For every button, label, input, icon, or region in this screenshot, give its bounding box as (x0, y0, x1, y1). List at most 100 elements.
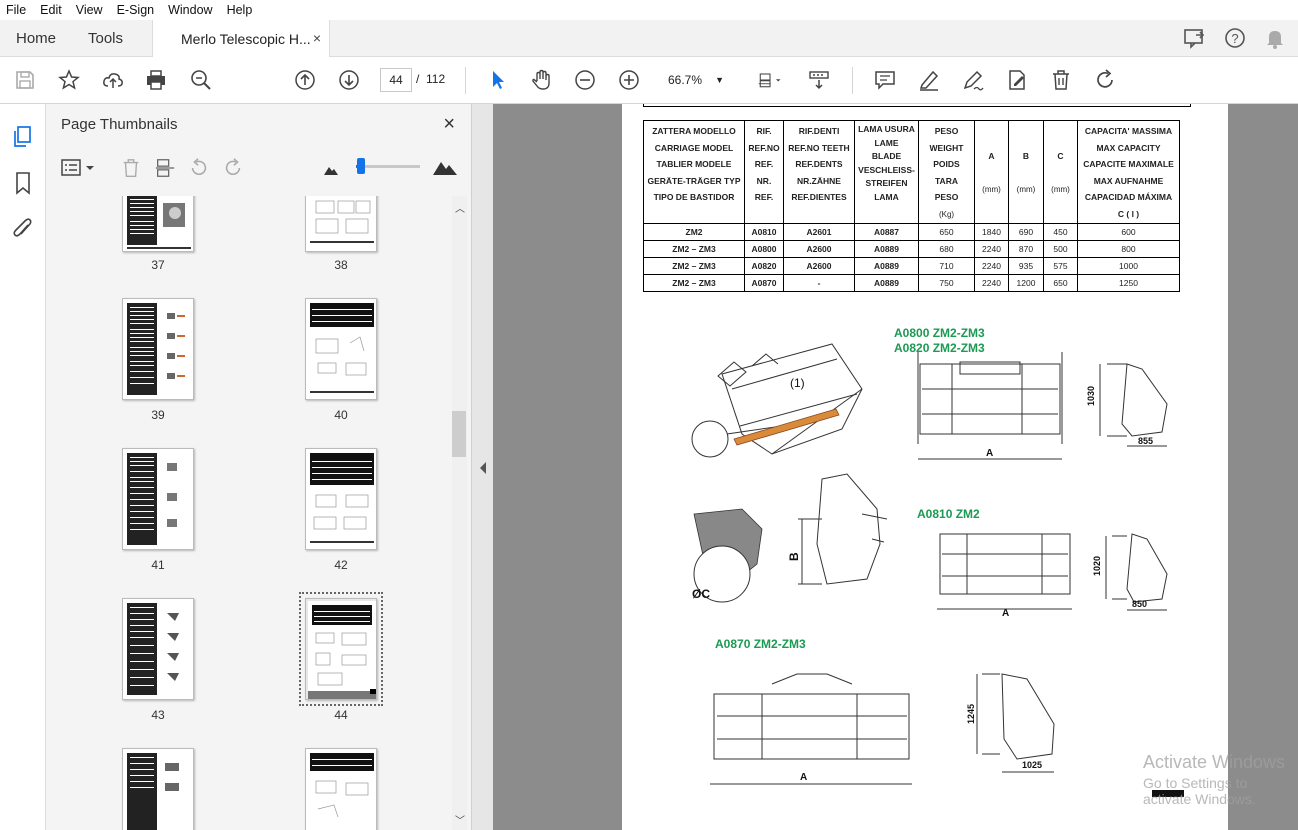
bookmark-star-icon[interactable] (56, 67, 82, 93)
thumbnail-label: 43 (151, 708, 165, 722)
header-c: C (mm) (1043, 120, 1078, 224)
left-rail (0, 104, 46, 830)
panel-title: Page Thumbnails (61, 116, 178, 133)
tab-home[interactable]: Home (16, 20, 56, 57)
edit-pdf-icon[interactable] (1004, 67, 1030, 93)
close-tab-icon[interactable]: × (313, 30, 321, 46)
dimension-855-label: 855 (1138, 436, 1153, 446)
thumbnail-toolbar (46, 150, 471, 186)
menu-help[interactable]: Help (227, 3, 253, 17)
page-thumbnails-icon[interactable] (10, 124, 36, 150)
bookmarks-icon[interactable] (10, 170, 36, 196)
page-thumbnail[interactable] (305, 748, 377, 830)
zoom-search-icon[interactable] (188, 67, 214, 93)
scroll-mode-icon[interactable] (806, 67, 832, 93)
next-page-icon[interactable] (336, 67, 362, 93)
menu-edit[interactable]: Edit (40, 3, 62, 17)
main-toolbar: 44 / 112 66.7% ▼ (0, 57, 1298, 104)
close-panel-icon[interactable]: × (443, 113, 455, 136)
thumbnail-list[interactable]: 37 38 39 40 41 42 43 44 (46, 196, 452, 830)
rotate-icon[interactable] (1092, 67, 1118, 93)
page-thumbnail[interactable] (305, 196, 377, 252)
print-icon[interactable] (143, 67, 169, 93)
dimension-a-label-2: A (1002, 608, 1009, 619)
thumbnail-size-slider[interactable] (356, 165, 420, 168)
thumbnail-scrollbar[interactable]: ︿ ﹀ (452, 196, 467, 830)
dimension-c-label: ØC (692, 587, 710, 601)
menu-esign[interactable]: E-Sign (117, 3, 155, 17)
thumbnail-label: 42 (334, 558, 348, 572)
upload-cloud-icon[interactable] (100, 67, 126, 93)
page-thumbnail-selected[interactable] (299, 592, 383, 706)
page-thumbnail[interactable] (122, 748, 194, 830)
fit-page-icon[interactable] (752, 67, 788, 93)
watermark-line-2: Go to Settings to activate Windows. (1143, 775, 1256, 807)
header-b: B (mm) (1008, 120, 1044, 224)
small-mountain-icon (324, 167, 338, 175)
thumbnail-label: 37 (151, 258, 165, 272)
thumbnail-label: 44 (334, 708, 348, 722)
header-teeth: RIF.DENTI REF.NO TEETH REF.DENTS NR.ZÄHNE RE… (783, 120, 855, 224)
rotate-right-icon[interactable] (222, 157, 244, 179)
table-row: ZM2 – ZM3 A0820 A2600 A0889 710 2240 935 575 100… (643, 257, 1180, 275)
callout-1-label: (1) (790, 376, 805, 390)
save-icon[interactable] (12, 67, 38, 93)
zoom-out-icon[interactable] (572, 67, 598, 93)
bucket-technical-drawing: (1) A 1030 855 ØC B A 1020 850 A 1245 10… (691, 343, 1184, 797)
thumbnail-label: 40 (334, 408, 348, 422)
header-weight: PESO WEIGHT POIDS TARA PESO (Kg) (918, 120, 975, 224)
dimension-b-label: B (787, 552, 801, 561)
menu-bar: File Edit View E-Sign Window Help (0, 0, 1298, 20)
tab-document[interactable]: Merlo Telescopic H... × (152, 20, 330, 58)
page-thumbnail[interactable] (305, 448, 377, 550)
thumbnail-scrollbar-thumb[interactable] (452, 411, 466, 457)
comment-icon[interactable] (872, 67, 898, 93)
delete-trash-icon[interactable] (1048, 67, 1074, 93)
help-icon[interactable]: ? (1222, 26, 1248, 50)
table-row: ZM2 – ZM3 A0870- A0889 750 2240 1200 650 1250 (643, 274, 1180, 292)
bucket-spec-table: ZATTERA MODELLO CARRIAGE MODEL TABLIER MOD… (643, 120, 1180, 292)
tab-tools[interactable]: Tools (88, 20, 123, 57)
attachments-paperclip-icon[interactable] (10, 216, 36, 242)
select-cursor-icon[interactable] (485, 67, 511, 93)
header-blade: LAMA USURA LAME BLADE VESCHLEISS-STREIFEN LA… (854, 120, 919, 224)
page-thumbnail[interactable] (305, 298, 377, 400)
previous-page-icon[interactable] (292, 67, 318, 93)
document-viewer[interactable]: ZATTERA MODELLO CARRIAGE MODEL TABLIER MOD… (493, 104, 1298, 830)
thumbnails-panel: Page Thumbnails × 37 38 39 40 41 42 43 4… (46, 104, 471, 830)
header-model: ZATTERA MODELLO CARRIAGE MODEL TABLIER MOD… (643, 120, 745, 224)
svg-text:?: ? (1231, 31, 1238, 46)
collapse-panel-arrow-icon[interactable] (479, 462, 487, 474)
page-thumbnail[interactable] (122, 598, 194, 700)
dimension-850-label: 850 (1132, 599, 1147, 609)
insert-page-icon[interactable] (154, 157, 176, 179)
table-row: ZM2 A0810 A2601 A0887 650 1840 690 450 600 (643, 223, 1180, 241)
delete-page-icon[interactable] (120, 157, 142, 179)
zoom-in-icon[interactable] (616, 67, 642, 93)
panel-splitter[interactable] (471, 104, 493, 830)
thumbnail-options-icon[interactable] (61, 158, 97, 178)
dimension-a-label: A (986, 448, 993, 459)
notification-bell-icon[interactable] (1262, 26, 1288, 50)
page-thumbnail[interactable] (122, 196, 194, 252)
highlight-pen-icon[interactable] (916, 67, 942, 93)
menu-file[interactable]: File (6, 3, 26, 17)
activation-watermark: Activate Windows Go to Settings to activ… (1143, 752, 1298, 807)
menu-view[interactable]: View (76, 3, 103, 17)
page-number-input[interactable]: 44 (380, 68, 412, 92)
large-mountain-icon (433, 162, 457, 175)
sign-pen-icon[interactable] (960, 67, 986, 93)
menu-window[interactable]: Window (168, 3, 212, 17)
dimension-1245-label: 1245 (966, 704, 976, 724)
page-thumbnail[interactable] (122, 298, 194, 400)
zoom-level-dropdown[interactable]: 66.7% ▼ (658, 68, 732, 92)
rotate-left-icon[interactable] (188, 157, 210, 179)
scroll-up-arrow-icon[interactable]: ︿ (455, 200, 465, 215)
page-total: / 112 (416, 72, 445, 86)
scroll-down-arrow-icon[interactable]: ﹀ (455, 812, 465, 827)
share-screen-icon[interactable] (1182, 26, 1208, 50)
tab-icons: ? (1182, 26, 1288, 50)
page-thumbnail[interactable] (122, 448, 194, 550)
hand-tool-icon[interactable] (528, 67, 554, 93)
slider-handle[interactable] (357, 158, 365, 174)
